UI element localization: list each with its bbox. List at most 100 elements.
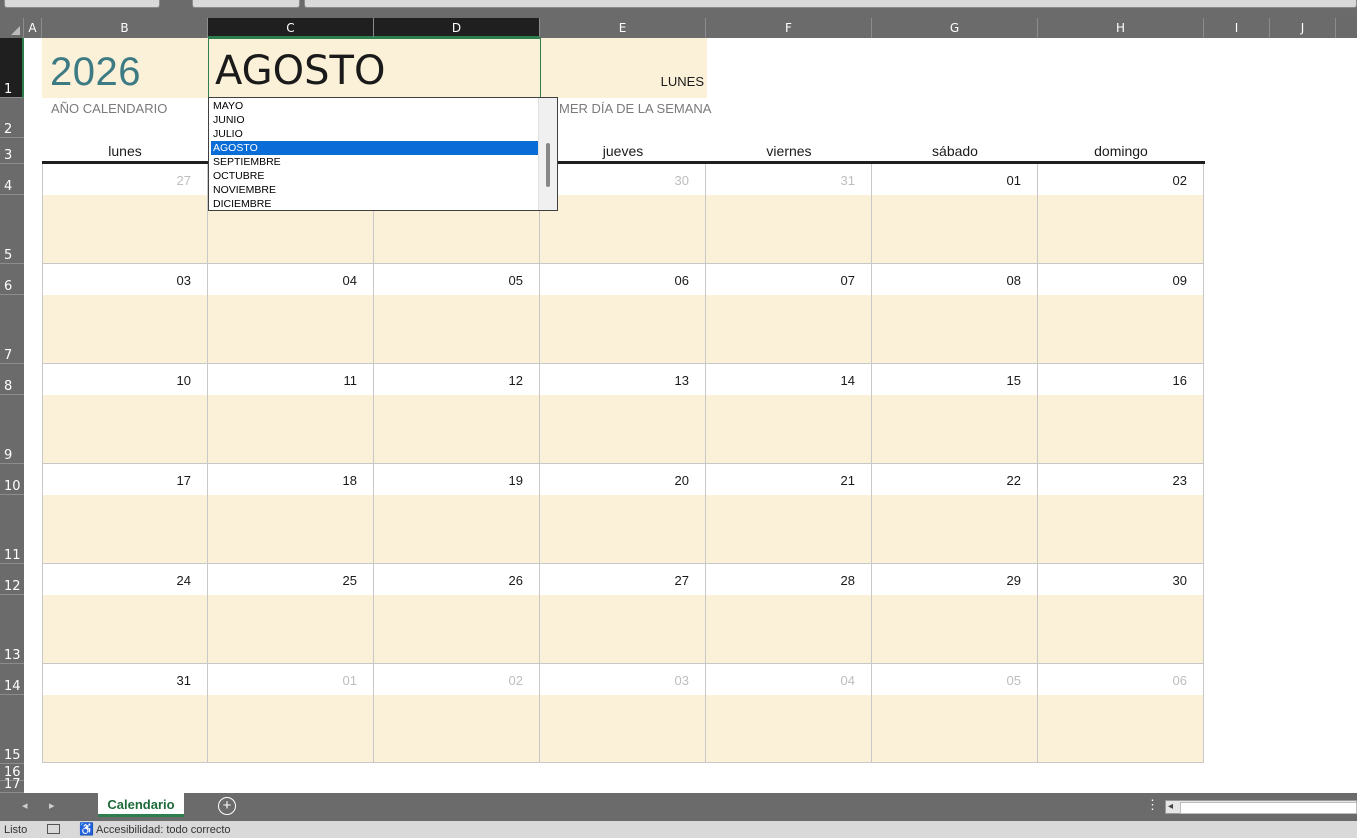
day-cell[interactable]: 30 [540,164,706,264]
day-cell[interactable]: 06 [1038,664,1204,763]
day-notes-area[interactable] [872,695,1037,762]
dropdown-option[interactable]: AGOSTO [211,141,539,155]
row-header-4[interactable]: 4 [0,164,24,195]
column-header-d[interactable]: D [374,18,540,38]
column-header-j[interactable]: J [1270,18,1336,38]
day-notes-area[interactable] [706,595,871,663]
day-notes-area[interactable] [1038,295,1203,363]
day-notes-area[interactable] [208,495,373,563]
day-notes-area[interactable] [1038,595,1203,663]
day-notes-area[interactable] [1038,395,1203,463]
select-all-corner[interactable] [0,18,24,38]
row-header-3[interactable]: 3 [0,140,24,164]
day-cell[interactable]: 08 [872,264,1038,364]
day-cell[interactable]: 02 [374,664,540,763]
day-cell[interactable]: 11 [208,364,374,464]
row-header-10[interactable]: 10 [0,464,24,495]
day-cell[interactable]: 27 [42,164,208,264]
day-cell[interactable]: 20 [540,464,706,564]
day-notes-area[interactable] [706,495,871,563]
day-notes-area[interactable] [208,695,373,762]
day-cell[interactable]: 07 [706,264,872,364]
day-cell[interactable]: 03 [540,664,706,763]
row-header-14[interactable]: 14 [0,664,24,695]
day-notes-area[interactable] [540,295,705,363]
day-cell[interactable]: 01 [872,164,1038,264]
dropdown-option[interactable]: SEPTIEMBRE [211,155,539,169]
dropdown-option[interactable]: JULIO [211,127,539,141]
row-header-8[interactable]: 8 [0,364,24,395]
day-notes-area[interactable] [1038,195,1203,263]
column-header-f[interactable]: F [706,18,872,38]
row-header-5[interactable]: 5 [0,195,24,264]
day-notes-area[interactable] [43,395,207,463]
row-header-13[interactable]: 13 [0,595,24,664]
row-header-2[interactable]: 2 [0,98,24,138]
day-cell[interactable]: 06 [540,264,706,364]
day-notes-area[interactable] [374,395,539,463]
day-notes-area[interactable] [43,195,207,263]
day-notes-area[interactable] [1038,495,1203,563]
day-notes-area[interactable] [43,295,207,363]
day-cell[interactable]: 28 [706,564,872,664]
accessibility-status[interactable]: Accesibilidad: todo correcto [96,824,231,836]
day-cell[interactable]: 16 [1038,364,1204,464]
row-header-9[interactable]: 9 [0,395,24,464]
day-cell[interactable]: 05 [872,664,1038,763]
add-sheet-icon[interactable]: + [218,797,236,815]
dropdown-option[interactable]: NOVIEMBRE [211,183,539,197]
day-notes-area[interactable] [706,695,871,762]
dropdown-option[interactable]: OCTUBRE [211,169,539,183]
next-sheet-icon[interactable]: ▸ [49,799,55,812]
day-cell[interactable]: 19 [374,464,540,564]
day-cell[interactable]: 04 [706,664,872,763]
day-notes-area[interactable] [374,695,539,762]
day-cell[interactable]: 29 [872,564,1038,664]
day-notes-area[interactable] [43,695,207,762]
top-tab[interactable] [4,0,160,8]
column-header-g[interactable]: G [872,18,1038,38]
day-cell[interactable]: 03 [42,264,208,364]
day-notes-area[interactable] [540,195,705,263]
dropdown-option[interactable]: MAYO [211,99,539,113]
column-header-h[interactable]: H [1038,18,1204,38]
day-cell[interactable]: 04 [208,264,374,364]
row-header-11[interactable]: 11 [0,495,24,564]
day-cell[interactable]: 25 [208,564,374,664]
day-cell[interactable]: 30 [1038,564,1204,664]
row-header-7[interactable]: 7 [0,295,24,364]
day-cell[interactable]: 31 [706,164,872,264]
top-tab[interactable] [304,0,1357,8]
day-cell[interactable]: 02 [1038,164,1204,264]
day-cell[interactable]: 24 [42,564,208,664]
day-cell[interactable]: 14 [706,364,872,464]
day-notes-area[interactable] [374,295,539,363]
day-notes-area[interactable] [872,495,1037,563]
first-day-cell[interactable] [541,38,707,98]
day-cell[interactable]: 12 [374,364,540,464]
day-notes-area[interactable] [540,595,705,663]
more-options-icon[interactable]: ⋮ [1146,797,1159,813]
column-header-c[interactable]: C [208,18,374,38]
day-cell[interactable]: 09 [1038,264,1204,364]
day-notes-area[interactable] [872,295,1037,363]
day-cell[interactable]: 22 [872,464,1038,564]
accessibility-icon[interactable]: ♿ [79,822,94,836]
day-cell[interactable]: 26 [374,564,540,664]
prev-sheet-icon[interactable]: ◂ [22,799,28,812]
column-header-i[interactable]: I [1204,18,1270,38]
day-notes-area[interactable] [706,195,871,263]
day-notes-area[interactable] [374,595,539,663]
day-notes-area[interactable] [540,495,705,563]
day-notes-area[interactable] [208,295,373,363]
column-header-b[interactable]: B [42,18,208,38]
day-cell[interactable]: 10 [42,364,208,464]
day-cell[interactable]: 17 [42,464,208,564]
dropdown-option[interactable]: DICIEMBRE [211,197,539,211]
day-cell[interactable]: 21 [706,464,872,564]
day-cell[interactable]: 31 [42,664,208,763]
day-notes-area[interactable] [540,395,705,463]
day-notes-area[interactable] [706,395,871,463]
scrollbar-thumb[interactable] [1180,802,1357,814]
row-header-6[interactable]: 6 [0,264,24,295]
